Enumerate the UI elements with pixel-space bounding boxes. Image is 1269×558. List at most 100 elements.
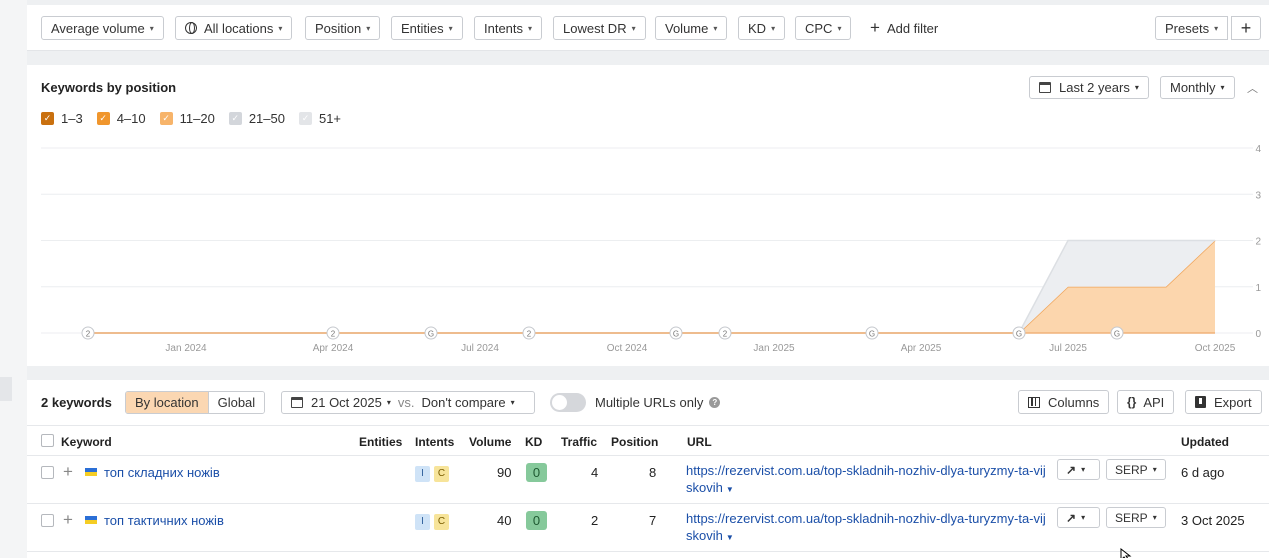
- intent-commercial-badge: C: [434, 466, 449, 482]
- api-icon: {}: [1127, 395, 1137, 409]
- trend-button[interactable]: ↗ ▾: [1057, 459, 1100, 480]
- serp-button[interactable]: SERP ▾: [1106, 459, 1166, 480]
- table-header: Keyword Entities Intents Volume KD Traff…: [27, 425, 1269, 456]
- presets-button[interactable]: Presets ▾: [1155, 16, 1229, 40]
- date-compare-select[interactable]: 21 Oct 2025 ▾ vs. Don't compare ▾: [281, 391, 535, 414]
- header-entities[interactable]: Entities: [359, 435, 402, 449]
- filter-bar: Average volume ▾ All locations ▾ Position ▾…: [27, 5, 1269, 51]
- export-icon: [1195, 396, 1206, 408]
- export-label: Export: [1214, 394, 1252, 410]
- multiple-urls-label: Multiple URLs only?: [595, 395, 721, 410]
- trend-button[interactable]: ↗ ▾: [1057, 507, 1100, 528]
- annotation-label: G: [428, 330, 434, 339]
- url-link[interactable]: https://rezervist.com.ua/top-skladnih-no…: [686, 510, 1046, 546]
- api-button[interactable]: {} API: [1117, 390, 1175, 414]
- global-tab[interactable]: Global: [207, 392, 265, 413]
- position-value: 8: [649, 465, 657, 480]
- x-tick-label: Apr 2025: [901, 343, 942, 354]
- y-tick-label: 1: [1255, 283, 1261, 294]
- export-button[interactable]: Export: [1185, 390, 1262, 414]
- header-traffic[interactable]: Traffic: [561, 435, 597, 449]
- vs-label: vs.: [397, 395, 415, 410]
- x-tick-label: Jul 2025: [1049, 343, 1087, 354]
- serp-label: SERP: [1115, 462, 1148, 477]
- cpc-filter[interactable]: CPC ▾: [795, 16, 852, 40]
- y-tick-label: 0: [1255, 329, 1261, 340]
- ukraine-flag-icon: [85, 468, 97, 476]
- volume-value: 40: [497, 513, 512, 528]
- keywords-by-position-panel: Keywords by position Last 2 years ▾ Month…: [27, 65, 1269, 366]
- globe-icon: [185, 22, 197, 34]
- api-label: API: [1143, 394, 1165, 410]
- lowest-dr-filter[interactable]: Lowest DR ▾: [553, 16, 646, 40]
- toggle-knob: [552, 395, 567, 410]
- chevron-down-icon: ▾: [528, 23, 533, 33]
- header-url: URL: [687, 435, 712, 449]
- annotation-label: 2: [723, 330, 728, 339]
- help-icon[interactable]: ?: [709, 397, 721, 408]
- kd-filter[interactable]: KD ▾: [738, 16, 786, 40]
- sidebar-marker: [0, 377, 12, 401]
- position-value: 7: [649, 513, 657, 528]
- x-tick-label: Oct 2025: [1195, 343, 1236, 354]
- row-checkbox[interactable]: [41, 514, 54, 527]
- position-filter[interactable]: Position ▾: [305, 16, 381, 40]
- left-sidebar-strip: [0, 0, 27, 558]
- entities-filter[interactable]: Entities ▾: [391, 16, 463, 40]
- keyword-link[interactable]: топ складних ножів: [104, 465, 220, 480]
- table-row: + топ складних ножів IC 90 0 4 8 https:/…: [27, 456, 1269, 504]
- add-preset-button[interactable]: +: [1231, 16, 1261, 40]
- annotation-label: G: [1016, 330, 1022, 339]
- chevron-down-icon: ▾: [1152, 465, 1157, 474]
- annotation-label: G: [869, 330, 875, 339]
- multiple-urls-toggle[interactable]: [550, 393, 586, 412]
- filter-label: Intents: [484, 20, 524, 36]
- intent-commercial-badge: C: [434, 514, 449, 530]
- average-volume-filter[interactable]: Average volume ▾: [41, 16, 164, 40]
- position-area-chart: 0 1 2 3 4 Jan 2024 Apr 2024 Jul 2024 Oct 2024 Jan…: [41, 144, 1261, 354]
- x-tick-label: Jan 2025: [753, 343, 795, 354]
- trend-chart-icon: ↗: [1066, 462, 1077, 477]
- ukraine-flag-icon: [85, 516, 97, 524]
- caret-down-icon[interactable]: ▼: [726, 533, 734, 542]
- kd-cell: 0: [526, 511, 547, 530]
- caret-down-icon[interactable]: ▼: [726, 485, 734, 494]
- header-position[interactable]: Position: [611, 435, 658, 449]
- volume-filter[interactable]: Volume ▾: [655, 16, 728, 40]
- header-volume[interactable]: Volume: [469, 435, 511, 449]
- header-intents[interactable]: Intents: [415, 435, 454, 449]
- add-filter-label: Add filter: [886, 20, 939, 36]
- filter-label: CPC: [805, 20, 833, 36]
- x-tick-label: Jul 2024: [461, 343, 499, 354]
- header-kd[interactable]: KD: [525, 435, 542, 449]
- x-tick-label: Apr 2024: [313, 343, 354, 354]
- locations-filter[interactable]: All locations ▾: [175, 16, 293, 40]
- keyword-link[interactable]: топ тактичних ножів: [104, 513, 224, 528]
- url-text: https://rezervist.com.ua/top-skladnih-no…: [686, 511, 1046, 543]
- chevron-down-icon: ▾: [1214, 23, 1219, 33]
- annotation-label: G: [1114, 330, 1120, 339]
- chevron-down-icon: ▾: [448, 23, 453, 33]
- header-updated[interactable]: Updated: [1181, 435, 1229, 449]
- chevron-down-icon: ▾: [510, 398, 515, 407]
- keywords-table-panel: 2 keywords By location Global 21 Oct 202…: [27, 380, 1269, 558]
- row-checkbox[interactable]: [41, 466, 54, 479]
- filter-label: KD: [748, 20, 767, 36]
- plus-icon[interactable]: +: [63, 510, 73, 530]
- intents-filter[interactable]: Intents ▾: [474, 16, 543, 40]
- y-tick-label: 4: [1255, 144, 1261, 155]
- plus-icon[interactable]: +: [63, 462, 73, 482]
- plus-icon: +: [870, 18, 880, 37]
- serp-button[interactable]: SERP ▾: [1106, 507, 1166, 528]
- by-location-tab[interactable]: By location: [126, 392, 208, 413]
- kd-badge: 0: [526, 511, 547, 530]
- url-link[interactable]: https://rezervist.com.ua/top-skladnih-no…: [686, 462, 1046, 498]
- y-tick-label: 3: [1255, 190, 1261, 201]
- select-all-checkbox[interactable]: [41, 434, 54, 447]
- add-filter-button[interactable]: + Add filter: [870, 16, 938, 40]
- columns-button[interactable]: Columns: [1018, 390, 1110, 414]
- calendar-icon: [291, 397, 303, 408]
- serp-label: SERP: [1115, 510, 1148, 525]
- annotation-label: 2: [331, 330, 336, 339]
- header-keyword[interactable]: Keyword: [61, 435, 112, 449]
